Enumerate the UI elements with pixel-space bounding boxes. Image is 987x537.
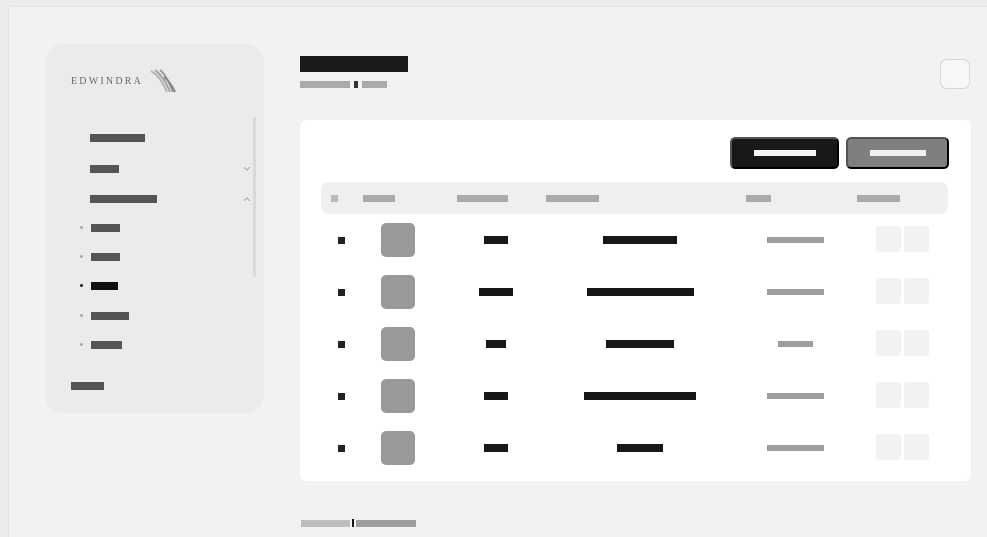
sidebar-item-label: ████████████████ bbox=[90, 190, 157, 208]
row-thumbnail bbox=[381, 431, 415, 465]
row-value: ████████████ bbox=[767, 393, 824, 399]
row-marker: ■ bbox=[338, 341, 345, 348]
row-action-button[interactable] bbox=[876, 330, 901, 356]
table-header: ■ ██████ ██████████ ██████████ ████ ████… bbox=[321, 182, 948, 214]
chevron-down-icon bbox=[242, 164, 252, 174]
sidebar-child-2[interactable]: ███████ bbox=[80, 248, 125, 266]
app-window: EDWINDRA ████████████ ███████ ██████████… bbox=[8, 6, 987, 537]
sidebar-child-active[interactable]: ██████ bbox=[80, 277, 125, 295]
row-action-button[interactable] bbox=[876, 226, 901, 252]
row-value: █████████████████ bbox=[587, 288, 694, 296]
wheat-leaf-icon bbox=[150, 69, 176, 93]
sidebar: EDWINDRA ████████████ ███████ ██████████… bbox=[45, 44, 264, 413]
row-value: █████ bbox=[484, 236, 508, 244]
sidebar-item-label: █████████ bbox=[91, 307, 129, 325]
row-action-button[interactable] bbox=[876, 278, 901, 304]
sidebar-scrollbar[interactable] bbox=[253, 117, 256, 277]
sidebar-child-4[interactable]: █████████ bbox=[80, 307, 133, 325]
sidebar-footer-item[interactable]: ████████ bbox=[71, 377, 107, 395]
brand[interactable]: EDWINDRA bbox=[71, 68, 177, 94]
sidebar-item-label: ███████ bbox=[91, 248, 120, 266]
sidebar-item-label: ████████ bbox=[91, 336, 122, 354]
table-header-col[interactable]: ██████████ bbox=[457, 195, 508, 202]
breadcrumb-item[interactable]: ██████ bbox=[362, 81, 387, 88]
sidebar-item-label: ██████ bbox=[91, 277, 118, 295]
table-row[interactable]: ■ █████ ██████████████ ████████████ bbox=[321, 221, 948, 261]
breadcrumb-item[interactable]: ██████████ bbox=[300, 81, 350, 88]
sidebar-item-label: ████████████ bbox=[90, 129, 145, 147]
table-row[interactable]: ■ ████ █████████████ ████████ bbox=[321, 325, 948, 365]
table-row[interactable]: ■ ████ █████████ ████████████ bbox=[321, 429, 948, 469]
table-header-col[interactable]: █████████ bbox=[857, 195, 900, 202]
table-header-select[interactable]: ■ bbox=[331, 195, 338, 202]
row-value: ████ bbox=[486, 340, 506, 348]
row-marker: ■ bbox=[338, 289, 345, 296]
primary-action-button[interactable]: ████████████ bbox=[730, 137, 839, 169]
row-marker: ■ bbox=[338, 445, 345, 452]
breadcrumb: ██████████ ██████ bbox=[300, 80, 387, 89]
table-panel: ████████████ ██████████ ■ ██████ ███████… bbox=[300, 120, 971, 481]
square-outline-icon[interactable] bbox=[940, 59, 970, 89]
sidebar-item-label: ████████ bbox=[71, 377, 104, 395]
breadcrumb-separator bbox=[354, 81, 358, 88]
row-value: █████████████ bbox=[606, 340, 674, 348]
pagination-divider bbox=[352, 519, 354, 527]
bullet-icon bbox=[80, 284, 83, 287]
table-row[interactable]: ■ ████ ██████████████████ ████████████ bbox=[321, 377, 948, 417]
brand-name: EDWINDRA bbox=[71, 75, 144, 87]
bullet-icon bbox=[80, 343, 83, 346]
bullet-icon bbox=[80, 255, 83, 258]
pagination: ████████ ██████████ bbox=[301, 519, 416, 527]
table-header-col[interactable]: ██████████ bbox=[546, 195, 599, 202]
row-action-button[interactable] bbox=[904, 226, 929, 252]
table-row[interactable]: ■ ███████ █████████████████ ████████████ bbox=[321, 273, 948, 313]
row-value: ████████ bbox=[778, 341, 813, 347]
secondary-action-button[interactable]: ██████████ bbox=[846, 137, 949, 169]
row-value: ████ bbox=[484, 444, 508, 452]
row-thumbnail bbox=[381, 223, 415, 257]
sidebar-item-expandable[interactable]: ███████ bbox=[90, 160, 251, 178]
sidebar-item-label: ███████ bbox=[90, 160, 119, 178]
row-thumbnail bbox=[381, 275, 415, 309]
page-title: ████████████ bbox=[300, 56, 408, 72]
row-value: ██████████████ bbox=[603, 236, 677, 244]
row-value: ████████████ bbox=[767, 445, 824, 451]
row-thumbnail bbox=[381, 379, 415, 413]
secondary-action-label: ██████████ bbox=[869, 150, 926, 156]
row-marker: ■ bbox=[338, 237, 345, 244]
row-action-button[interactable] bbox=[904, 278, 929, 304]
row-action-button[interactable] bbox=[876, 434, 901, 460]
sidebar-item-expanded[interactable]: ████████████████ bbox=[90, 190, 251, 208]
table-header-col[interactable]: ████ bbox=[746, 195, 771, 202]
sidebar-child-5[interactable]: ████████ bbox=[80, 336, 127, 354]
row-value: ██████████████████ bbox=[584, 392, 696, 400]
row-value: ████████████ bbox=[767, 289, 824, 295]
sidebar-child-1[interactable]: ███████ bbox=[80, 219, 125, 237]
row-action-button[interactable] bbox=[876, 382, 901, 408]
sidebar-item-label: ███████ bbox=[91, 219, 120, 237]
row-marker: ■ bbox=[338, 393, 345, 400]
row-value: █████████ bbox=[617, 444, 663, 452]
row-action-button[interactable] bbox=[904, 330, 929, 356]
sidebar-item-top[interactable]: ████████████ bbox=[90, 129, 148, 147]
pagination-left[interactable]: ████████ bbox=[301, 519, 350, 527]
primary-action-label: ████████████ bbox=[753, 150, 816, 156]
row-action-button[interactable] bbox=[904, 382, 929, 408]
chevron-up-icon bbox=[242, 194, 252, 204]
table-header-col[interactable]: ██████ bbox=[363, 195, 395, 202]
bullet-icon bbox=[80, 314, 83, 317]
row-action-button[interactable] bbox=[904, 434, 929, 460]
pagination-right[interactable]: ██████████ bbox=[356, 519, 416, 527]
row-value: ████████████ bbox=[767, 237, 824, 243]
bullet-icon bbox=[80, 226, 83, 229]
row-thumbnail bbox=[381, 327, 415, 361]
row-value: ███████ bbox=[479, 288, 513, 296]
row-value: ████ bbox=[484, 392, 508, 400]
